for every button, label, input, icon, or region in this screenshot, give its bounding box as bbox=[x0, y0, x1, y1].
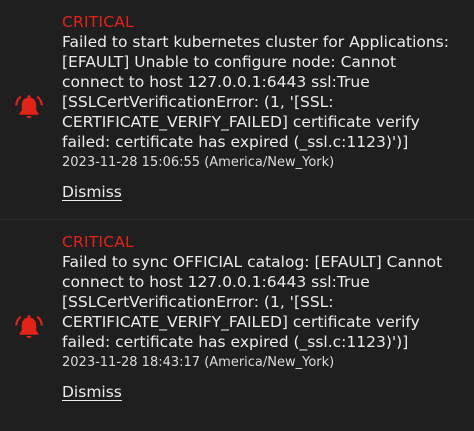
alert-item: CRITICAL Failed to start kubernetes clus… bbox=[0, 0, 474, 219]
bell-icon bbox=[15, 95, 43, 119]
alert-timestamp: 2023-11-28 18:43:17 (America/New_York) bbox=[62, 355, 335, 370]
dismiss-link[interactable]: Dismiss bbox=[62, 382, 122, 402]
alert-level: CRITICAL bbox=[62, 13, 134, 31]
dismiss-link[interactable]: Dismiss bbox=[62, 182, 122, 202]
alert-item: CRITICAL Failed to sync OFFICIAL catalog… bbox=[0, 219, 474, 431]
bell-icon bbox=[15, 315, 43, 339]
alert-message: Failed to start kubernetes cluster for A… bbox=[62, 33, 449, 151]
alert-message: Failed to sync OFFICIAL catalog: [EFAULT… bbox=[62, 253, 443, 351]
alert-level: CRITICAL bbox=[62, 233, 134, 251]
alert-timestamp: 2023-11-28 15:06:55 (America/New_York) bbox=[62, 155, 335, 170]
